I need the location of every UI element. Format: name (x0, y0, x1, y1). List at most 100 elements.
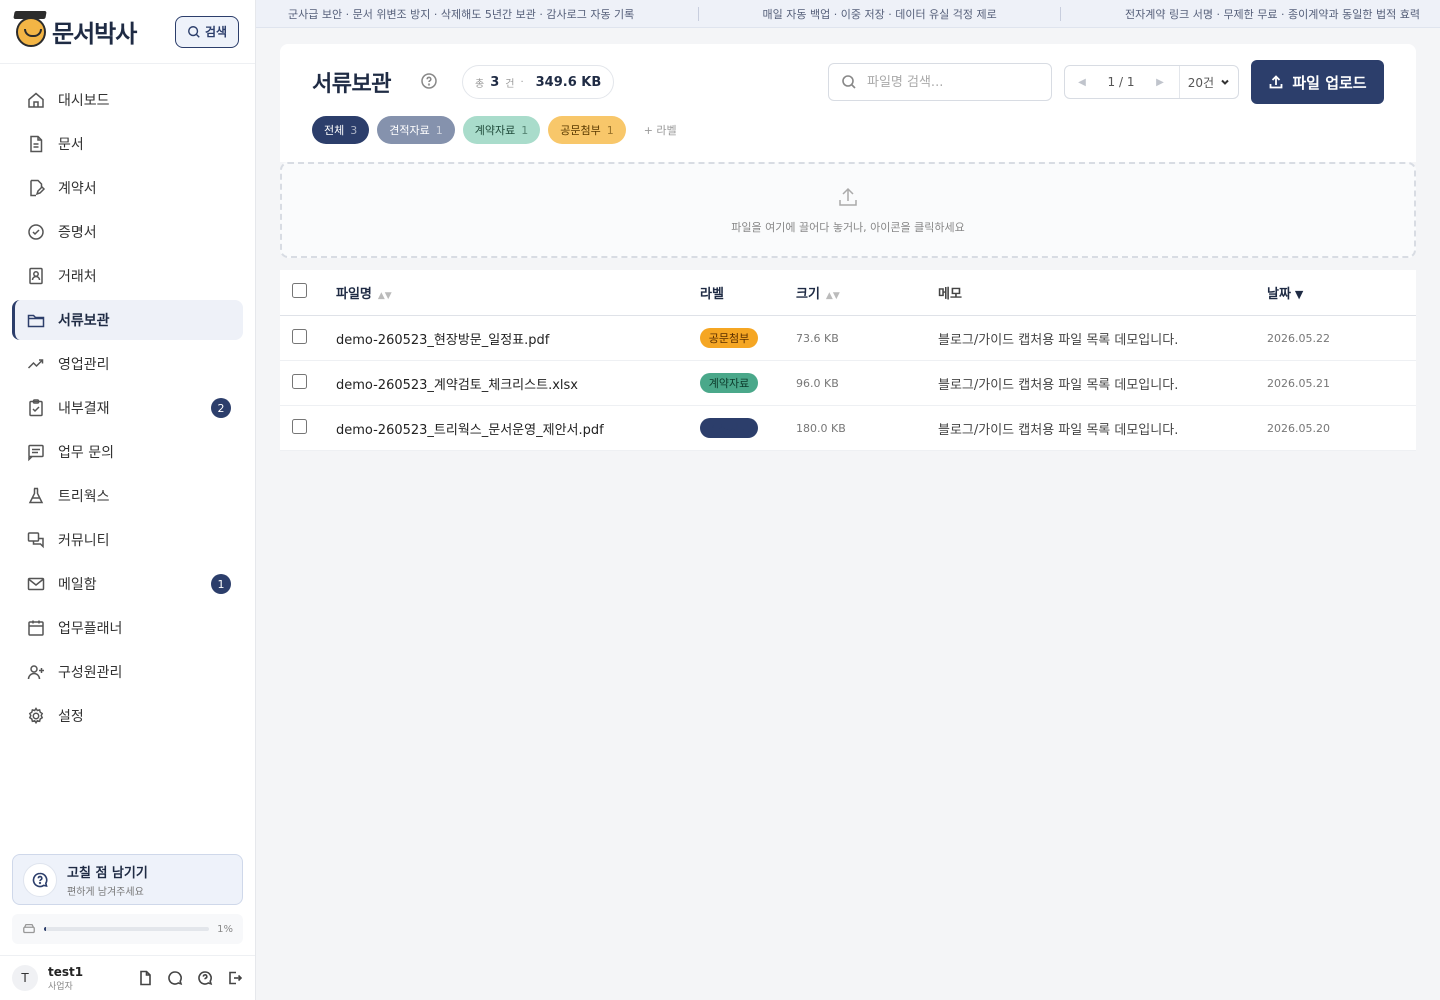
chip-label: 견적자료 (389, 124, 430, 137)
sidebar-item-10[interactable]: 트리웍스 (12, 476, 243, 516)
file-dropzone[interactable]: 파일을 여기에 끌어다 놓거나, 아이콘을 클릭하세요 (280, 162, 1416, 258)
chip-count: 1 (521, 123, 529, 137)
header-name[interactable]: 파일명 ▲▼ (336, 283, 392, 302)
notification-badge: 2 (211, 398, 231, 418)
sidebar-item-9[interactable]: 업무 문의 (12, 432, 243, 472)
sidebar: 문서박사 검색 대시보드 문서 계약서 증명서 거래처 서류보관 영업관리 내부결재 2 업무 문… (0, 0, 256, 1000)
sidebar-search-label: 검색 (204, 25, 228, 39)
header-date-label: 날짜 (1267, 287, 1291, 302)
sidebar-item-label: 내부결재 (58, 401, 110, 417)
file-label[interactable]: 견적자료 (700, 418, 758, 438)
sidebar-item-label: 트리웍스 (58, 489, 110, 505)
label-chip[interactable]: 견적자료 1 (377, 116, 455, 144)
page-size-select[interactable]: 20건 (1178, 66, 1238, 98)
file-name[interactable]: demo-260523_계약검토_체크리스트.xlsx (336, 374, 578, 393)
sidebar-item-11[interactable]: 커뮤니티 (12, 520, 243, 560)
header-name-label: 파일명 (336, 287, 372, 302)
notification-badge: 1 (211, 574, 231, 594)
sidebar-item-3[interactable]: 계약서 (12, 168, 243, 208)
sidebar-search-button[interactable]: 검색 (175, 15, 239, 48)
file-search[interactable] (828, 63, 1052, 101)
file-date: 2026.05.22 (1267, 331, 1330, 345)
table-row[interactable]: demo-260523_계약검토_체크리스트.xlsx 계약자료 96.0 KB 블로… (280, 361, 1416, 406)
sort-desc-icon: ▼ (1294, 288, 1304, 301)
header-date[interactable]: 날짜 ▼ (1267, 283, 1303, 302)
page-title: 서류보관 (312, 72, 391, 97)
header-size-label: 크기 (796, 287, 820, 302)
sidebar-item-4[interactable]: 증명서 (12, 212, 243, 252)
user-role: 사업자 (48, 981, 73, 992)
file-icon[interactable] (137, 970, 153, 986)
sidebar-item-label: 업무플래너 (58, 621, 123, 637)
sidebar-item-label: 메일함 (58, 577, 97, 593)
file-date: 2026.05.21 (1267, 376, 1330, 390)
add-label-button[interactable]: + 라벨 (644, 122, 677, 138)
strip-divider (697, 6, 699, 21)
table-row[interactable]: demo-260523_트리웍스_문서운영_제안서.pdf 견적자료 180.0 K… (280, 406, 1416, 451)
file-memo: 블로그/가이드 캡처용 파일 목록 데모입니다. (938, 377, 1179, 393)
select-all (292, 283, 307, 302)
file-memo: 블로그/가이드 캡처용 파일 목록 데모입니다. (938, 422, 1179, 438)
label-chip[interactable]: 계약자료 1 (462, 116, 541, 144)
help-icon[interactable] (420, 72, 438, 90)
file-memo: 블로그/가이드 캡처용 파일 목록 데모입니다. (938, 332, 1179, 348)
sort-icon: ▲▼ (377, 291, 392, 301)
dropzone-text: 파일을 여기에 끌어다 놓거나, 아이콘을 클릭하세요 (731, 221, 965, 234)
sidebar-item-label: 서류보관 (58, 313, 110, 329)
feature-strip: 군사급 보안 · 문서 위변조 방지 · 삭제해도 5년간 보관 · 감사로그 … (256, 0, 1440, 28)
file-search-input[interactable] (867, 74, 1037, 90)
summary-prefix: 총 (475, 78, 485, 90)
contact-icon (29, 267, 43, 285)
sidebar-item-12[interactable]: 메일함 1 (12, 564, 243, 604)
chat-bubble-icon[interactable] (167, 970, 183, 986)
storage-percent: 1% (217, 923, 233, 935)
chip-label: 계약자료 (474, 124, 516, 137)
upload-button[interactable]: 파일 업로드 (1251, 60, 1384, 104)
flask-icon (28, 487, 44, 504)
header-size[interactable]: 크기 ▲▼ (796, 283, 840, 302)
certificate-icon (28, 224, 44, 240)
header-label: 라벨 (700, 287, 724, 302)
sidebar-item-15[interactable]: 설정 (12, 696, 243, 736)
file-name[interactable]: demo-260523_현장방문_일정표.pdf (336, 329, 549, 348)
calendar-icon (28, 620, 44, 636)
sidebar-item-6[interactable]: 서류보관 (12, 300, 243, 340)
next-page-button[interactable]: ▶ (1143, 66, 1177, 98)
label-chip[interactable]: 공문첨부 1 (548, 116, 626, 144)
help-icon[interactable] (197, 970, 213, 986)
avatar[interactable]: T (12, 965, 38, 991)
row-select (292, 328, 307, 348)
table-header: 파일명 ▲▼ 라벨 크기 ▲▼ 메모 날짜 ▼ (280, 270, 1416, 316)
table-row[interactable]: demo-260523_현장방문_일정표.pdf 공문첨부 73.6 KB 블로그/가… (280, 316, 1416, 361)
sidebar-item-8[interactable]: 내부결재 2 (12, 388, 243, 428)
sidebar-item-14[interactable]: 구성원관리 (12, 652, 243, 692)
sidebar-item-1[interactable]: 대시보드 (12, 80, 243, 120)
summary-size: 349.6 KB (535, 74, 602, 90)
logout-icon[interactable] (227, 970, 243, 986)
sidebar-item-5[interactable]: 거래처 (12, 256, 243, 296)
label-badge: 견적자료 (700, 418, 758, 438)
file-date: 2026.05.20 (1267, 421, 1330, 435)
storage-usage: 1% (12, 914, 243, 944)
file-label[interactable]: 계약자료 (700, 373, 758, 393)
contract-icon (30, 179, 46, 197)
file-name[interactable]: demo-260523_트리웍스_문서운영_제안서.pdf (336, 419, 604, 438)
sidebar-item-label: 영업관리 (58, 357, 110, 373)
sidebar-item-13[interactable]: 업무플래너 (12, 608, 243, 648)
prev-page-button[interactable]: ◀ (1065, 66, 1099, 98)
file-label[interactable]: 공문첨부 (700, 328, 758, 348)
feedback-button[interactable]: 고칠 점 남기기 편하게 남겨주세요 (12, 854, 243, 905)
sidebar-item-2[interactable]: 문서 (12, 124, 243, 164)
row-checkbox[interactable] (292, 328, 307, 344)
storage-icon (23, 923, 35, 934)
row-checkbox[interactable] (292, 373, 307, 389)
sidebar-item-label: 설정 (58, 709, 84, 725)
sidebar-item-7[interactable]: 영업관리 (12, 344, 243, 384)
page-header: 서류보관 총 3 건 · 349.6 KB ◀ 1 / 1 ▶ 20건 파일 (280, 44, 1416, 162)
page-indicator: 1 / 1 (1107, 75, 1135, 89)
label-chip[interactable]: 전체 3 (312, 116, 370, 144)
select-all-checkbox[interactable] (292, 283, 307, 298)
row-checkbox[interactable] (292, 418, 307, 434)
summary-count: 3 (490, 74, 500, 90)
upload-icon (839, 187, 857, 206)
